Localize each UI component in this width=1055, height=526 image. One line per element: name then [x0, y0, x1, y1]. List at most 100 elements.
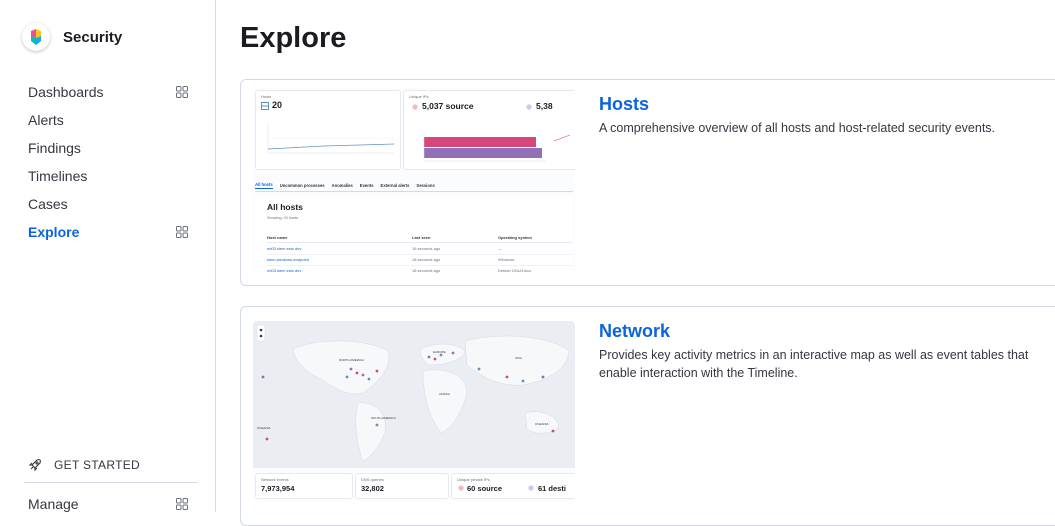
grid-icon[interactable]: [176, 86, 188, 98]
main-content: Explore Hosts 20 Unique IPs 5,037 source: [216, 0, 1055, 526]
grid-icon[interactable]: [176, 226, 188, 238]
sidebar-item-explore[interactable]: Explore: [28, 218, 188, 246]
dns-queries-label: DNS queries: [361, 477, 384, 482]
tab-events: Events: [359, 182, 374, 188]
map-label-africa: AFRICA: [439, 392, 450, 396]
tab-all-hosts: All hosts: [255, 181, 273, 189]
page-title: Explore: [240, 22, 347, 54]
table-row: siem-windows-endpoint 18 seconds ago Win…: [267, 257, 572, 266]
dns-queries-panel: DNS queries 32,802: [355, 473, 449, 499]
unique-private-ips-panel: Unique private IPs 60 source 61 desti: [451, 473, 575, 499]
tab-sessions: Sessions: [416, 182, 435, 188]
hosts-count-panel: Hosts 20: [255, 90, 401, 170]
get-started-label: GET STARTED: [54, 458, 140, 472]
sidebar-item-label: Timelines: [28, 168, 88, 184]
column-header: Operating system: [498, 235, 532, 240]
table-row: ed03.siem.estc.dev 18 seconds ago Debian…: [267, 268, 572, 274]
hosts-card-text: Hosts A comprehensive overview of all ho…: [599, 94, 1055, 137]
destination-count: 5,38: [536, 101, 553, 111]
map-label-north-america: NORTH AMERICA: [339, 358, 364, 362]
host-name-cell: siem-windows-endpoint: [267, 257, 309, 262]
sidebar-item-label: Dashboards: [28, 84, 104, 100]
south-america-shape: [355, 402, 386, 462]
hosts-card-description: A comprehensive overview of all hosts an…: [599, 121, 996, 135]
destination-dot-icon: [526, 104, 532, 110]
sidebar-item-manage[interactable]: Manage: [28, 491, 188, 517]
host-name-cell: ed03.siem.estc.dev: [267, 246, 302, 251]
hosts-tabs: All hosts Uncommon processes Anomalies E…: [255, 179, 573, 192]
network-stats: Network events 7,973,954 DNS queries 32,…: [253, 473, 575, 499]
last-seen-cell: 18 seconds ago: [412, 268, 441, 273]
hosts-card-title[interactable]: Hosts: [599, 94, 1055, 115]
hosts-stat-label: Hosts: [261, 94, 272, 99]
hosts-card[interactable]: Hosts 20 Unique IPs 5,037 source 5,38 Al…: [240, 79, 1055, 286]
last-seen-cell: 18 seconds ago: [412, 246, 441, 251]
asia-shape: [464, 335, 570, 386]
os-cell: Windows: [498, 257, 515, 262]
network-events-panel: Network events 7,973,954: [255, 473, 353, 499]
sidebar-item-cases[interactable]: Cases: [28, 190, 188, 218]
tab-anomalies: Anomalies: [331, 182, 353, 188]
europe-shape: [420, 343, 466, 366]
network-card[interactable]: NORTH AMERICA EUROPE ASIA AFRICA SOUTH A…: [240, 306, 1055, 526]
brand[interactable]: Security: [22, 22, 122, 52]
private-source-value: 60 source: [467, 484, 503, 493]
sidebar-item-label: Manage: [28, 496, 79, 512]
unique-ips-label: Unique IPs: [409, 94, 429, 99]
all-hosts-title: All hosts: [267, 202, 303, 212]
sidebar-item-findings[interactable]: Findings: [28, 134, 188, 162]
all-hosts-subtitle: Showing: 20 hosts: [267, 216, 299, 220]
network-events-label: Network events: [261, 477, 289, 482]
map-label-south-america: SOUTH AMERICA: [371, 416, 396, 420]
all-hosts-table: All hosts Showing: 20 hosts Host name La…: [255, 196, 573, 274]
tab-uncommon-processes: Uncommon processes: [279, 182, 325, 188]
africa-shape: [422, 369, 468, 434]
sidebar-item-alerts[interactable]: Alerts: [28, 106, 188, 134]
sidebar: Security Dashboards Alerts Findings Time…: [0, 0, 216, 512]
sidebar-footer: GET STARTED: [24, 452, 198, 483]
north-america-shape: [292, 340, 390, 395]
map-zoom-control: [256, 324, 266, 342]
column-header: Last seen: [412, 235, 431, 240]
os-cell: Debian GNU/Linux: [498, 268, 532, 273]
rocket-icon: [28, 459, 41, 472]
sidebar-item-dashboards[interactable]: Dashboards: [28, 78, 188, 106]
hosts-count: 20: [272, 100, 283, 110]
network-card-description: Provides key activity metrics in an inte…: [599, 348, 1029, 380]
hosts-preview-image: Hosts 20 Unique IPs 5,037 source 5,38 Al…: [253, 88, 575, 274]
unique-private-ips-label: Unique private IPs: [457, 477, 490, 482]
sidebar-item-label: Findings: [28, 140, 81, 156]
dns-queries-value: 32,802: [361, 484, 384, 493]
destination-dot-icon: [528, 485, 534, 491]
world-map: NORTH AMERICA EUROPE ASIA AFRICA SOUTH A…: [253, 321, 575, 468]
grid-icon[interactable]: [176, 498, 188, 510]
network-events-value: 7,973,954: [261, 484, 295, 493]
tab-external-alerts: External alerts: [380, 182, 410, 188]
private-destination-value: 61 desti: [538, 484, 566, 493]
sidebar-item-timelines[interactable]: Timelines: [28, 162, 188, 190]
sidebar-item-label: Explore: [28, 224, 80, 240]
source-dot-icon: [412, 104, 418, 110]
network-preview-image: NORTH AMERICA EUROPE ASIA AFRICA SOUTH A…: [253, 321, 575, 501]
network-card-title[interactable]: Network: [599, 321, 1055, 342]
world-map-graphic: NORTH AMERICA EUROPE ASIA AFRICA SOUTH A…: [256, 324, 570, 462]
table-row: ed03.siem.estc.dev 18 seconds ago —: [267, 246, 572, 255]
source-count: 5,037 source: [422, 101, 474, 111]
footer-divider: [24, 482, 198, 483]
security-logo-icon: [22, 23, 50, 51]
os-cell: —: [498, 246, 502, 251]
map-label-asia: ASIA: [515, 356, 522, 360]
column-header: Host name: [267, 235, 288, 240]
map-label-oceania-left: OCEANIA: [257, 426, 271, 430]
ips-bar-chart: [423, 133, 571, 162]
hosts-icon: [261, 102, 269, 110]
table-header: Host name Last seen Operating system: [267, 235, 572, 243]
unique-ips-panel: Unique IPs 5,037 source 5,38: [403, 90, 575, 170]
sidebar-item-label: Cases: [28, 196, 68, 212]
map-label-europe: EUROPE: [433, 350, 446, 354]
sidebar-nav: Dashboards Alerts Findings Timelines Cas…: [28, 78, 188, 246]
last-seen-cell: 18 seconds ago: [412, 257, 441, 262]
source-dot-icon: [458, 485, 464, 491]
get-started-link[interactable]: GET STARTED: [28, 452, 198, 478]
sidebar-item-label: Alerts: [28, 112, 64, 128]
